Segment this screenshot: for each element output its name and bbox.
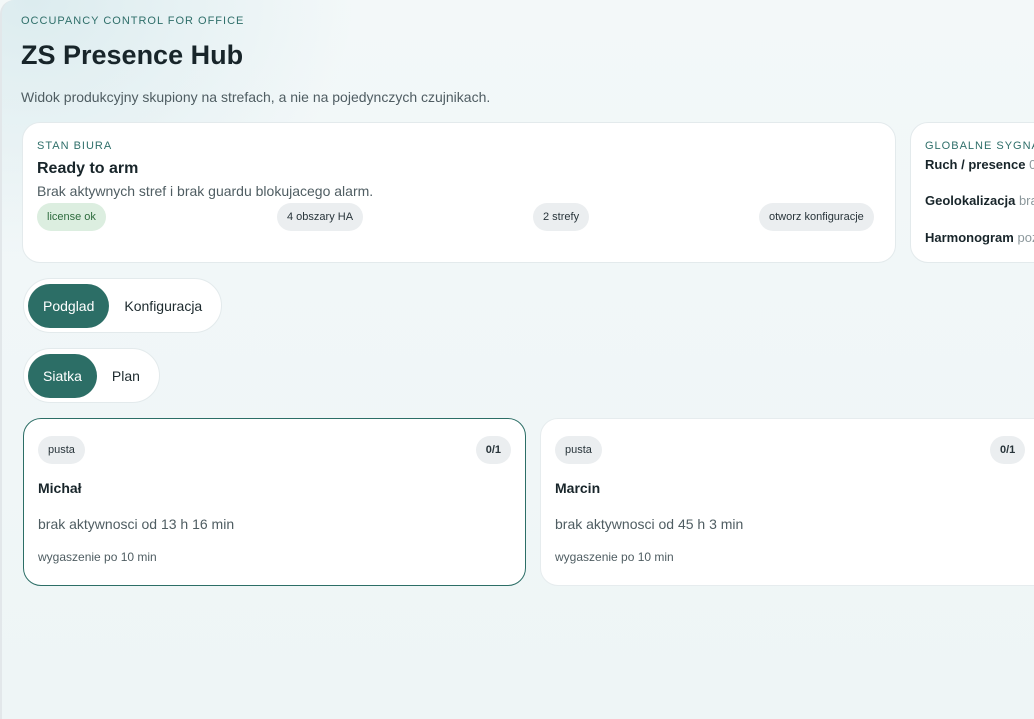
signal-row-motion: Ruch / presence 0 <box>925 157 1034 172</box>
ha-areas-badge: 4 obszary HA <box>277 203 364 231</box>
signal-value: brak <box>1018 193 1034 208</box>
layout-toggle: Siatka Plan <box>23 348 160 403</box>
signal-value: 0 <box>1029 157 1034 172</box>
signal-label: Geolokalizacja <box>925 193 1016 208</box>
page-subtitle: Widok produkcyjny skupiony na strefach, … <box>21 89 491 105</box>
zone-card-marcin[interactable]: pusta 0/1 Marcin brak aktywnosci od 45 h… <box>540 418 1034 586</box>
signal-row-schedule: Harmonogram poza <box>925 230 1034 245</box>
office-status-card: STAN BIURA Ready to arm Brak aktywnych s… <box>22 122 896 263</box>
license-badge: license ok <box>37 203 106 231</box>
status-title: Ready to arm <box>37 160 139 177</box>
zone-inactivity-text: brak aktywnosci od 45 h 3 min <box>555 516 744 532</box>
signal-label: Ruch / presence <box>925 157 1026 172</box>
global-signals-card: GLOBALNE SYGNALY Ruch / presence 0 Geolo… <box>910 122 1034 263</box>
presence-hub-page: OCCUPANCY CONTROL FOR OFFICE ZS Presence… <box>0 0 1034 719</box>
zone-occupancy-count: 0/1 <box>475 436 511 464</box>
signal-label: Harmonogram <box>925 230 1014 245</box>
zone-occupancy-count: 0/1 <box>990 436 1026 464</box>
zone-card-michal[interactable]: pusta 0/1 Michał brak aktywnosci od 13 h… <box>23 418 526 586</box>
status-description: Brak aktywnych stref i brak guardu bloku… <box>37 183 374 199</box>
signal-row-geolocation: Geolokalizacja brak <box>925 193 1034 208</box>
tab-configuration[interactable]: Konfiguracja <box>109 284 217 328</box>
header-eyebrow: OCCUPANCY CONTROL FOR OFFICE <box>21 15 245 27</box>
status-card-eyebrow: STAN BIURA <box>37 140 113 152</box>
tab-grid[interactable]: Siatka <box>28 353 97 398</box>
view-toggle: Podglad Konfiguracja <box>23 278 223 333</box>
tab-overview[interactable]: Podglad <box>28 283 110 328</box>
zone-state-badge: pusta <box>38 436 85 464</box>
signal-value: poza <box>1017 230 1034 245</box>
open-config-button[interactable]: otworz konfiguracje <box>759 203 874 231</box>
zone-name: Michał <box>38 480 82 496</box>
zone-state-badge: pusta <box>555 436 602 464</box>
signals-card-eyebrow: GLOBALNE SYGNALY <box>925 140 1034 152</box>
page-title: ZS Presence Hub <box>21 40 244 70</box>
zone-name: Marcin <box>555 480 601 496</box>
zone-timeout-text: wygaszenie po 10 min <box>38 550 157 564</box>
zone-inactivity-text: brak aktywnosci od 13 h 16 min <box>38 516 235 532</box>
tab-plan[interactable]: Plan <box>97 354 155 398</box>
zone-timeout-text: wygaszenie po 10 min <box>555 550 674 564</box>
zones-count-badge: 2 strefy <box>533 203 590 231</box>
